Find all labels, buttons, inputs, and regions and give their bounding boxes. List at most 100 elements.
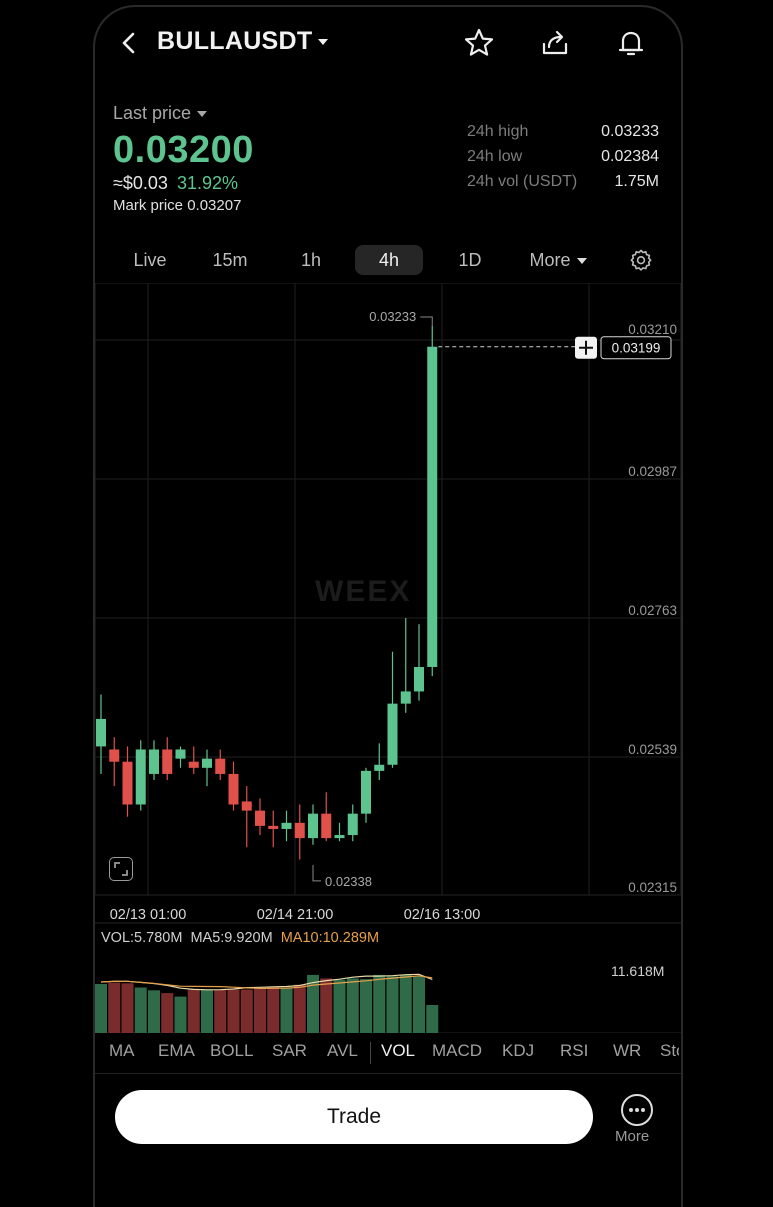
high-label: 0.03233 — [369, 309, 416, 324]
tab-live[interactable]: Live — [117, 245, 183, 275]
indicator-sar[interactable]: SAR — [272, 1041, 307, 1061]
volume-bar — [413, 976, 425, 1033]
candle-body — [135, 749, 146, 805]
bell-icon[interactable] — [613, 25, 649, 61]
stat-row: 24h high 0.03233 — [467, 123, 659, 148]
timeframe-more-dropdown[interactable]: More — [520, 245, 596, 275]
ma5-value: MA5:9.920M — [190, 930, 273, 946]
indicator-boll[interactable]: BOLL — [210, 1041, 253, 1061]
candle-body — [334, 835, 345, 839]
back-icon[interactable] — [111, 25, 147, 61]
candle-body — [414, 666, 424, 692]
candle — [268, 810, 279, 848]
volume-bar — [373, 974, 386, 1033]
indicator-kdj[interactable]: KDJ — [502, 1041, 534, 1061]
volume-bar — [333, 979, 346, 1033]
indicator-stoch[interactable]: Sto — [660, 1041, 679, 1061]
volume-bar — [240, 989, 253, 1033]
low-label: 0.02338 — [325, 874, 372, 889]
candle — [96, 694, 106, 774]
candle-body — [241, 801, 252, 811]
volume-bar — [346, 978, 359, 1033]
volume-bar — [386, 976, 399, 1033]
volume-bar — [161, 993, 174, 1033]
stat-row: 24h low 0.02384 — [467, 148, 659, 173]
candle — [215, 749, 226, 781]
candle — [228, 761, 239, 811]
y-tick-label: 0.02315 — [628, 880, 677, 895]
candle — [321, 792, 332, 842]
watermark: WEEX — [315, 575, 411, 608]
star-icon[interactable] — [461, 25, 497, 61]
mark-price-row: Mark price 0.03207 — [113, 197, 241, 214]
stats-panel: 24h high 0.03233 24h low 0.02384 24h vol… — [467, 123, 659, 198]
volume-bar — [95, 984, 107, 1033]
tab-4h[interactable]: 4h — [355, 245, 423, 275]
stat-value: 0.02384 — [601, 148, 659, 165]
indicator-wr[interactable]: WR — [613, 1041, 641, 1061]
candle-body — [149, 749, 159, 774]
high-marker — [420, 316, 433, 326]
last-price-label: Last price — [113, 103, 192, 123]
y-axis-labels: 0.03210 0.02987 0.02763 0.02539 0.02315 — [628, 322, 677, 895]
candle — [400, 618, 411, 713]
tab-1d[interactable]: 1D — [437, 245, 503, 275]
volume-bar — [201, 989, 213, 1033]
share-icon[interactable] — [537, 25, 573, 61]
candle — [387, 651, 398, 768]
indicator-macd[interactable]: MACD — [432, 1041, 482, 1061]
candle-body — [202, 758, 212, 768]
candlestick-chart[interactable]: WEEX 0.03210 0.02987 0.02763 0.02539 0.02315… — [95, 283, 681, 1033]
candle-body — [255, 810, 265, 826]
mark-price-label: Mark price — [113, 197, 184, 214]
y-tick-label: 0.02763 — [628, 603, 677, 618]
fullscreen-icon[interactable] — [109, 857, 133, 881]
volume-bar — [320, 978, 333, 1033]
indicator-rsi[interactable]: RSI — [560, 1041, 588, 1061]
candle — [347, 804, 358, 842]
candle-body — [374, 764, 385, 771]
stat-value: 0.03233 — [601, 123, 659, 140]
volume-bar — [227, 989, 240, 1033]
current-price-label: 0.03199 — [612, 341, 661, 356]
stat-row: 24h vol (USDT) 1.75M — [467, 173, 659, 198]
candle — [175, 746, 186, 768]
stat-label: 24h vol (USDT) — [467, 173, 578, 190]
last-price-dropdown[interactable]: Last price — [113, 103, 208, 124]
x-tick-label: 02/16 13:00 — [404, 907, 481, 923]
indicator-avl[interactable]: AVL — [327, 1041, 358, 1061]
tab-1h[interactable]: 1h — [278, 245, 344, 275]
indicator-ema[interactable]: EMA — [158, 1041, 195, 1061]
pair-selector[interactable]: BULLAUSDT — [157, 27, 329, 56]
stat-value: 1.75M — [614, 173, 659, 190]
volume-bar — [108, 982, 121, 1033]
y-tick-label: 0.02539 — [628, 742, 677, 757]
footer-more-label[interactable]: More — [615, 1128, 649, 1145]
indicator-divider — [370, 1042, 371, 1064]
candle-body — [281, 822, 292, 829]
trade-button[interactable]: Trade — [115, 1090, 593, 1144]
y-tick-label: 0.03210 — [628, 322, 677, 337]
candle — [334, 822, 345, 842]
chevron-down-icon — [576, 258, 587, 265]
stat-label: 24h low — [467, 148, 523, 165]
indicator-ma[interactable]: MA — [109, 1041, 135, 1061]
candle — [202, 749, 212, 787]
candle-body — [175, 749, 186, 759]
candle — [149, 740, 159, 781]
more-options-icon[interactable] — [621, 1094, 653, 1126]
tab-15m[interactable]: 15m — [197, 245, 263, 275]
volume-bar — [293, 984, 306, 1033]
gear-icon[interactable] — [623, 242, 659, 278]
volume-bar — [174, 996, 187, 1033]
volume-bar — [360, 979, 372, 1033]
candle-body — [162, 749, 173, 774]
indicator-vol[interactable]: VOL — [381, 1041, 415, 1061]
volume-bars — [95, 973, 439, 1033]
candle-body — [308, 813, 318, 839]
candle — [281, 810, 292, 842]
candle-body — [427, 346, 438, 667]
volume-bar — [426, 1005, 439, 1033]
footer-divider — [95, 1073, 681, 1074]
x-tick-label: 02/13 01:00 — [110, 907, 187, 923]
